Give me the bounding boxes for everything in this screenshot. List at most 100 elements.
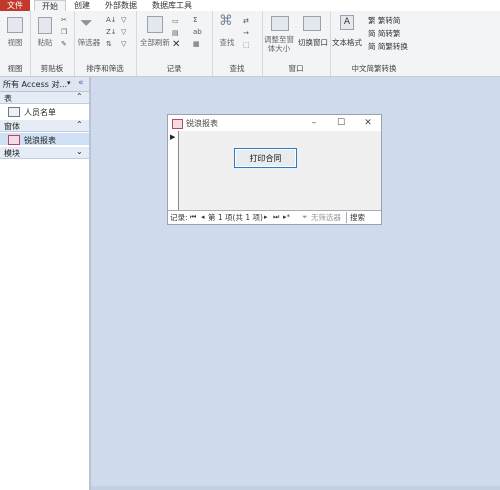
form-window: 锐浪报表 – ☐ ✕ ▶ 打印合同 记录: ⏮ ◂ 第 1 项(共 1 项) ▸…: [167, 114, 382, 225]
refresh-all-button[interactable]: 全部刷新: [136, 37, 174, 48]
new-record-nav-icon[interactable]: ▸*: [283, 211, 290, 224]
new-record-icon[interactable]: ▭: [172, 17, 179, 25]
selection-icon[interactable]: ▽: [121, 16, 126, 24]
print-contract-button[interactable]: 打印合同: [234, 148, 297, 168]
text-format-button[interactable]: 文本格式: [330, 37, 364, 48]
refresh-icon: [147, 16, 163, 33]
nav-section-title: 模块: [4, 149, 20, 158]
select-icon[interactable]: ⬚: [243, 41, 250, 49]
nav-pane-title: 所有 Access 对...: [3, 80, 68, 89]
nav-item-label: 锐浪报表: [24, 136, 56, 145]
ribbon-group-records: 全部刷新 ▭ ▤ ✕ Σ ab ▦ 记录: [136, 11, 213, 76]
ribbon-group-sort-filter: ⏷ 筛选器 A↓ Z↓ ⇅ ▽ ▽ ▽ 排序和筛选: [74, 11, 137, 76]
delete-icon[interactable]: ✕: [172, 39, 180, 50]
convert-icon: 简: [368, 29, 376, 38]
tab-create[interactable]: 创建: [68, 0, 96, 11]
current-record-icon: ▶: [170, 133, 176, 141]
nav-section-tables[interactable]: 表 ⌃: [0, 92, 89, 104]
chevron-down-icon[interactable]: ▾: [67, 79, 71, 87]
text-format-icon: A: [340, 15, 354, 30]
totals-icon[interactable]: Σ: [193, 16, 197, 24]
tab-database-tools[interactable]: 数据库工具: [148, 0, 196, 11]
toggle-filter-icon[interactable]: ▽: [121, 40, 126, 48]
view-button[interactable]: 视图: [0, 37, 30, 48]
convert-icon: 繁: [368, 16, 376, 25]
copy-icon[interactable]: ❐: [61, 28, 67, 36]
tab-file[interactable]: 文件: [0, 0, 30, 11]
window-title: 锐浪报表: [186, 119, 218, 128]
tab-home[interactable]: 开始: [34, 0, 66, 11]
simplified-to-traditional-button[interactable]: 简 简转繁: [368, 28, 400, 39]
nav-section-title: 表: [4, 94, 12, 103]
form-icon: [172, 119, 183, 129]
format-painter-icon[interactable]: ✎: [61, 40, 67, 48]
workspace-edge: [91, 486, 500, 490]
paste-icon: [38, 17, 52, 34]
switch-window-button[interactable]: 切换窗口: [295, 37, 331, 48]
fit-form-button[interactable]: 调整至窗体大小: [262, 35, 296, 53]
nav-section-modules[interactable]: 模块 ⌄: [0, 147, 89, 159]
paste-button[interactable]: 粘贴: [32, 37, 58, 48]
nav-item-table[interactable]: 人员名单: [0, 105, 89, 117]
sort-descending-icon[interactable]: Z↓: [106, 28, 117, 36]
simplified-traditional-convert-button[interactable]: 简 简繁转换: [368, 41, 408, 52]
collapse-pane-icon[interactable]: «: [78, 78, 84, 88]
ribbon-group-chinese-conversion: A 文本格式 繁 繁转简 简 简转繁 简 简繁转换 中文简繁转换: [330, 11, 418, 76]
ribbon-group-clipboard: 粘贴 ✂ ❐ ✎ 剪贴板: [30, 11, 75, 76]
view-icon: [7, 17, 23, 33]
ribbon-group-label: 中文简繁转换: [351, 64, 397, 73]
minimize-button[interactable]: –: [308, 118, 320, 128]
nav-item-label: 人员名单: [24, 108, 56, 117]
ribbon-group-label: 窗口: [288, 64, 304, 73]
ribbon-group-label: 视图: [7, 64, 23, 73]
goto-icon[interactable]: →: [243, 29, 249, 37]
chevron-up-icon[interactable]: ⌃: [76, 120, 83, 129]
tab-external-data[interactable]: 外部数据: [100, 0, 142, 11]
filter-button[interactable]: 筛选器: [76, 37, 102, 48]
traditional-to-simplified-button[interactable]: 繁 繁转简: [368, 15, 400, 26]
cut-icon[interactable]: ✂: [61, 16, 67, 24]
more-icon[interactable]: ▦: [193, 40, 200, 48]
nav-section-title: 窗体: [4, 122, 20, 131]
ribbon-group-find: ⌘ 查找 ⇄ → ⬚ 查找: [212, 11, 263, 76]
form-icon: [8, 135, 20, 145]
nav-item-form[interactable]: 锐浪报表: [0, 133, 89, 145]
button-label: 繁转简: [377, 16, 401, 25]
record-position[interactable]: 第 1 项(共 1 项): [208, 211, 263, 224]
chevron-up-icon[interactable]: ⌃: [76, 92, 83, 101]
nav-pane-header[interactable]: 所有 Access 对... ▾ «: [0, 77, 89, 92]
fit-form-icon: [271, 16, 289, 31]
record-navigation-bar: 记录: ⏮ ◂ 第 1 项(共 1 项) ▸ ⏭ ▸* ⏷ 无筛选器 搜索: [168, 210, 381, 224]
filter-status-icon: ⏷: [302, 213, 308, 221]
next-record-icon[interactable]: ▸: [264, 211, 268, 224]
first-record-icon[interactable]: ⏮: [190, 211, 196, 224]
remove-sort-icon[interactable]: ⇅: [106, 40, 112, 48]
ribbon-group-view: 视图 视图: [0, 11, 31, 76]
record-label: 记录:: [170, 213, 188, 222]
sort-ascending-icon[interactable]: A↓: [106, 16, 117, 24]
ribbon-group-label: 排序和筛选: [86, 64, 124, 73]
last-record-icon[interactable]: ⏭: [273, 211, 279, 224]
chevron-down-icon[interactable]: ⌄: [76, 147, 83, 156]
find-button[interactable]: 查找: [214, 37, 240, 48]
save-icon[interactable]: ▤: [172, 29, 179, 37]
ribbon-group-window: 调整至窗体大小 切换窗口 窗口: [262, 11, 331, 76]
nav-section-forms[interactable]: 窗体 ⌃: [0, 120, 89, 132]
ribbon: 视图 视图 粘贴 ✂ ❐ ✎ 剪贴板 ⏷ 筛选器 A↓ Z↓ ⇅ ▽ ▽ ▽ 排…: [0, 11, 500, 77]
button-label: 简转繁: [377, 29, 401, 38]
record-selector[interactable]: ▶: [168, 131, 179, 210]
advanced-icon[interactable]: ▽: [121, 28, 126, 36]
previous-record-icon[interactable]: ◂: [201, 211, 205, 224]
menu-bar: 文件 开始 创建 外部数据 数据库工具: [0, 0, 500, 11]
close-button[interactable]: ✕: [362, 118, 374, 128]
filter-status[interactable]: 无筛选器: [311, 211, 341, 224]
switch-window-icon: [303, 16, 321, 31]
replace-icon[interactable]: ⇄: [243, 17, 249, 25]
binoculars-icon: ⌘: [219, 13, 233, 29]
form-detail-area: [168, 131, 381, 210]
maximize-button[interactable]: ☐: [335, 118, 347, 128]
ribbon-group-label: 查找: [229, 64, 245, 73]
convert-icon: 简: [368, 42, 376, 51]
filter-icon: ⏷: [80, 13, 93, 32]
spelling-icon[interactable]: ab: [193, 28, 202, 36]
